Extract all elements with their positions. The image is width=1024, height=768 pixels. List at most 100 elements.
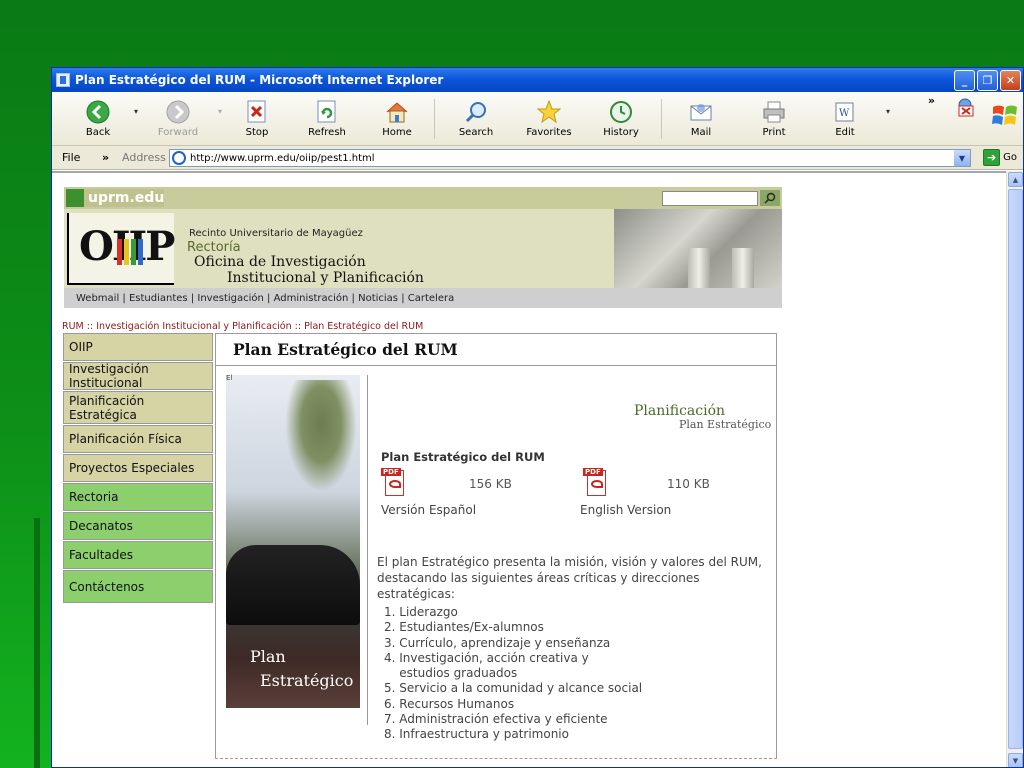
list-item: 4. Investigación, acción creativa y: [384, 650, 589, 665]
favorites-label: Favorites: [526, 126, 572, 138]
list-item: 3. Currículo, aprendizaje y enseñanza: [384, 635, 611, 650]
title-bar[interactable]: Plan Estratégico del RUM - Microsoft Int…: [52, 68, 1023, 92]
intro-paragraph: El plan Estratégico presenta la misión, …: [377, 555, 762, 601]
leftnav-item-rectoria[interactable]: Rectoria: [63, 483, 213, 511]
nav-link-webmail[interactable]: Webmail: [76, 293, 119, 304]
pdf-icon[interactable]: PDF: [381, 468, 405, 498]
forward-dropdown-icon[interactable]: ▾: [214, 107, 226, 116]
minimize-button[interactable]: _: [954, 69, 975, 91]
home-label: Home: [382, 126, 412, 138]
site-search-button[interactable]: [760, 190, 780, 206]
star-icon: [537, 99, 561, 124]
site-search: [662, 190, 780, 206]
favorites-button[interactable]: Favorites: [511, 94, 587, 144]
refresh-icon: [315, 100, 339, 124]
leftnav-item-proyectos[interactable]: Proyectos Especiales: [63, 454, 213, 482]
address-input[interactable]: http://www.uprm.edu/oiip/pest1.html ▼: [169, 149, 971, 167]
forward-arrow-icon: [166, 100, 190, 124]
slide-accent-bar: [34, 518, 40, 768]
windows-logo-icon: [991, 102, 1019, 130]
edit-dropdown-icon[interactable]: ▾: [882, 107, 894, 116]
standard-toolbar: Back ▾ Forward ▾ Stop Refresh Home Searc…: [52, 92, 1023, 146]
pdf-icon[interactable]: PDF: [583, 468, 607, 498]
scroll-up-icon[interactable]: ▲: [1008, 172, 1023, 187]
history-icon: [609, 100, 633, 124]
uprm-brand: uprm.edu: [88, 190, 165, 206]
menu-more-chevron[interactable]: »: [102, 151, 122, 164]
print-button[interactable]: Print: [734, 94, 814, 144]
oiip-logo-bars: [117, 239, 143, 265]
leftnav-item-decanatos[interactable]: Decanatos: [63, 512, 213, 540]
photo-overlay-text: El: [226, 374, 233, 382]
file-menu[interactable]: File: [62, 151, 102, 164]
breadcrumb[interactable]: RUM :: Investigación Institucional y Pla…: [62, 321, 423, 332]
stop-button[interactable]: Stop: [226, 94, 288, 144]
strategic-areas-list: 1. Liderazgo 2. Estudiantes/Ex-alumnos 3…: [384, 605, 642, 743]
site-banner: OIIP Recinto Universitario de Mayagüez R…: [64, 209, 782, 288]
ie-page-icon: [56, 73, 70, 87]
messenger-icon[interactable]: [955, 96, 979, 120]
mail-button[interactable]: Mail: [668, 94, 734, 144]
ie-page-icon: [172, 151, 186, 165]
address-dropdown-icon[interactable]: ▼: [954, 150, 970, 166]
address-url[interactable]: http://www.uprm.edu/oiip/pest1.html: [190, 153, 375, 164]
nav-link-investigacion[interactable]: Investigación: [197, 293, 263, 304]
address-bar: File » Address http://www.uprm.edu/oiip/…: [52, 146, 1023, 170]
edit-button[interactable]: W Edit: [814, 94, 876, 144]
forward-button[interactable]: Forward: [142, 94, 214, 144]
print-label: Print: [762, 126, 786, 138]
uprm-logo[interactable]: uprm.edu: [66, 189, 165, 207]
edit-label: Edit: [835, 126, 855, 138]
back-button[interactable]: Back: [66, 94, 130, 144]
list-item: estudios graduados: [384, 666, 518, 681]
stop-label: Stop: [245, 126, 269, 138]
vertical-scrollbar[interactable]: ▲ ▼: [1006, 171, 1023, 767]
download-link-en[interactable]: English Version: [580, 503, 671, 517]
printer-icon: [762, 100, 786, 124]
leftnav-item-planificacion-estrategica[interactable]: Planificación Estratégica: [63, 391, 213, 424]
page-title: Plan Estratégico del RUM: [233, 340, 458, 359]
content-divider: [367, 375, 368, 725]
refresh-button[interactable]: Refresh: [288, 94, 366, 144]
window-title: Plan Estratégico del RUM - Microsoft Int…: [75, 73, 444, 87]
photo-text-estrategico: Estratégico: [260, 671, 354, 690]
back-dropdown-icon[interactable]: ▾: [130, 107, 142, 116]
title-divider: [216, 365, 776, 366]
close-button[interactable]: ✕: [1000, 69, 1021, 91]
list-item: 5. Servicio a la comunidad y alcance soc…: [384, 681, 643, 696]
nav-link-noticias[interactable]: Noticias: [358, 293, 398, 304]
leftnav-item-facultades[interactable]: Facultades: [63, 541, 213, 569]
maximize-button[interactable]: ❐: [977, 69, 998, 91]
planificacion-heading: Planificación: [634, 403, 726, 419]
plan-cover-photo: Plan Estratégico: [226, 375, 360, 708]
nav-link-estudiantes[interactable]: Estudiantes: [129, 293, 188, 304]
leftnav-item-contactenos[interactable]: Contáctenos: [63, 570, 213, 603]
download-size-en: 110 KB: [667, 477, 710, 491]
list-item: 6. Recursos Humanos: [384, 696, 515, 711]
nav-link-administracion[interactable]: Administración: [274, 293, 349, 304]
home-button[interactable]: Home: [366, 94, 428, 144]
site-search-input[interactable]: [662, 190, 758, 206]
back-arrow-icon: [86, 100, 110, 124]
leftnav-item-planificacion-fisica[interactable]: Planificación Física: [63, 425, 213, 453]
history-label: History: [603, 126, 639, 138]
planificacion-subheading: Plan Estratégico: [679, 418, 772, 431]
leftnav-item-investigacion[interactable]: Investigación Institucional: [63, 362, 213, 390]
leftnav-item-oiip[interactable]: OIIP: [63, 333, 213, 361]
uprm-logo-icon: [66, 189, 84, 207]
download-link-es[interactable]: Versión Español: [381, 503, 476, 517]
search-label: Search: [458, 126, 494, 138]
address-label: Address: [122, 151, 166, 164]
nav-link-cartelera[interactable]: Cartelera: [408, 293, 454, 304]
left-nav: OIIP Investigación Institucional Planifi…: [63, 333, 215, 604]
site-header-strip: uprm.edu: [64, 187, 782, 209]
search-button[interactable]: Search: [441, 94, 511, 144]
history-button[interactable]: History: [587, 94, 655, 144]
stop-icon: [245, 100, 269, 124]
word-edit-icon: W: [833, 100, 857, 124]
go-button[interactable]: ➔ Go: [983, 149, 1017, 166]
oiip-logo[interactable]: OIIP: [67, 213, 175, 285]
scroll-thumb[interactable]: [1008, 189, 1023, 749]
scroll-down-icon[interactable]: ▼: [1008, 753, 1023, 767]
toolbar-more-chevron[interactable]: »: [928, 94, 935, 107]
